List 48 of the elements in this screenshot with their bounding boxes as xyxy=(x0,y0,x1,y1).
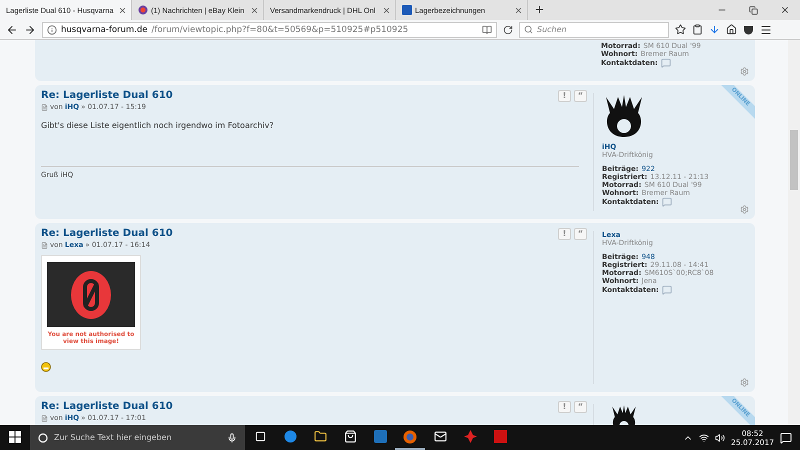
post-title[interactable]: Re: Lagerliste Dual 610 xyxy=(41,228,173,240)
firefox-icon[interactable] xyxy=(403,430,417,444)
search-field[interactable]: Suchen xyxy=(519,22,669,38)
download-icon[interactable] xyxy=(709,24,720,35)
address-field[interactable]: husqvarna-forum.de /forum/viewtopic.php?f=80&t=50569&p=510925#p510925 xyxy=(42,22,497,38)
windows-start-icon[interactable] xyxy=(9,430,21,442)
post-icon xyxy=(41,242,48,248)
network-icon[interactable] xyxy=(699,432,710,442)
app-icon[interactable] xyxy=(464,430,476,443)
prohibited-icon xyxy=(69,270,113,320)
pocket-icon[interactable] xyxy=(743,24,754,34)
app-icon[interactable] xyxy=(374,430,386,443)
mail-icon[interactable] xyxy=(434,430,446,443)
back-icon[interactable] xyxy=(6,24,18,36)
home-icon[interactable] xyxy=(726,24,737,35)
notifications-icon[interactable] xyxy=(780,432,792,444)
close-icon[interactable] xyxy=(250,6,259,14)
scrollbar[interactable] xyxy=(788,40,800,425)
post-title[interactable]: Re: Lagerliste Dual 610 xyxy=(41,401,173,413)
task-view-icon[interactable] xyxy=(254,431,266,442)
reload-icon[interactable] xyxy=(503,24,513,34)
close-icon[interactable] xyxy=(514,6,523,14)
site-icon xyxy=(138,5,148,15)
post-title[interactable]: Re: Lagerliste Dual 610 xyxy=(41,90,173,102)
edge-icon[interactable] xyxy=(284,430,296,443)
close-icon[interactable] xyxy=(118,6,127,14)
close-icon[interactable] xyxy=(382,6,391,14)
menu-icon[interactable] xyxy=(760,24,772,36)
cortana-circle-icon xyxy=(38,432,48,442)
post-text: Gibt's diese Liste eigentlich noch irgendwo im Fotoarchiv? xyxy=(41,121,275,130)
search-icon xyxy=(524,25,533,34)
store-icon[interactable] xyxy=(344,430,356,443)
site-icon xyxy=(402,5,412,15)
new-tab-icon[interactable] xyxy=(534,4,544,14)
close-icon[interactable] xyxy=(780,5,790,15)
info-icon[interactable] xyxy=(47,24,57,34)
taskbar-search-field[interactable]: Zur Suche Text hier eingeben xyxy=(30,425,245,450)
microphone-icon[interactable] xyxy=(227,432,237,442)
volume-icon[interactable] xyxy=(715,432,726,442)
restore-icon[interactable] xyxy=(749,6,758,14)
reader-view-icon[interactable] xyxy=(482,24,492,34)
forward-icon[interactable] xyxy=(24,24,36,36)
post-icon xyxy=(41,414,48,422)
bookmark-star-icon[interactable] xyxy=(675,24,686,35)
folder-icon[interactable] xyxy=(314,430,326,443)
clipboard-icon[interactable] xyxy=(692,24,703,35)
post-icon xyxy=(41,104,48,110)
smiley-icon xyxy=(41,362,51,372)
